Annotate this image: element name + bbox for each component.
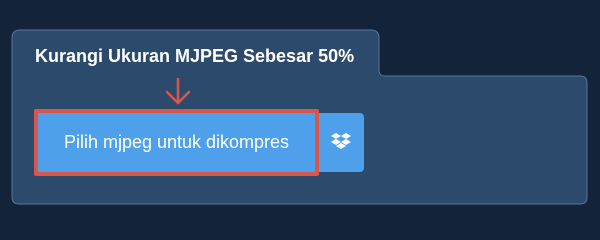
dropbox-icon (331, 133, 351, 149)
choose-file-button[interactable]: Pilih mjpeg untuk dikompres (34, 109, 319, 176)
dropbox-button[interactable] (319, 113, 364, 172)
compress-panel: Kurangi Ukuran MJPEG Sebesar 50% Pilih m… (0, 0, 600, 230)
page-title: Kurangi Ukuran MJPEG Sebesar 50% (35, 46, 355, 66)
arrow-down-icon (165, 78, 191, 105)
